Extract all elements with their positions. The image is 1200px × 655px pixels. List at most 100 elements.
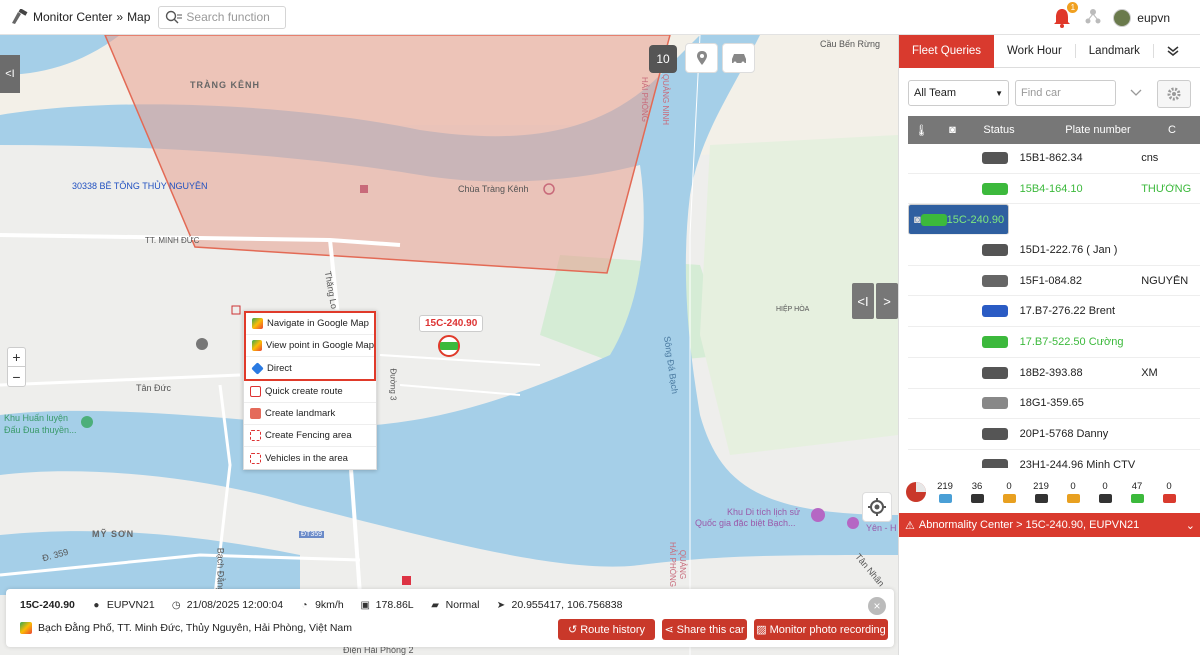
stat-item[interactable]: 219	[929, 481, 961, 503]
tabs-more-icon[interactable]	[1154, 35, 1192, 68]
navigation-arrow-icon: ➤	[496, 599, 506, 611]
col-status[interactable]: Status	[970, 124, 1028, 136]
map-label-yen: Yên - H	[866, 523, 897, 533]
route-history-button[interactable]: ↺ Route history	[558, 619, 655, 640]
map-counter-badge[interactable]: 10	[649, 45, 677, 73]
stat-item[interactable]: 219	[1025, 481, 1057, 503]
zoom-out-button[interactable]: −	[8, 367, 25, 386]
table-row[interactable]: 18B2-393.88 XM	[908, 358, 1200, 389]
network-icon[interactable]	[1085, 8, 1101, 27]
settings-button[interactable]	[1157, 80, 1191, 108]
info-fuel: ▣ 178.86L	[360, 599, 413, 611]
menu-navigate-google-map[interactable]: Navigate in Google Map	[246, 313, 374, 335]
stat-item[interactable]: 0	[1089, 481, 1121, 503]
tab-work-hour[interactable]: Work Hour	[994, 44, 1076, 58]
info-driver-value: EUPVN21	[106, 599, 155, 611]
table-row[interactable]: 15B4-164.10 THƯỜNG	[908, 174, 1200, 205]
locate-me-button[interactable]	[862, 492, 892, 522]
plate-cell[interactable]: 15C-240.90	[947, 214, 1005, 226]
stat-item[interactable]: 36	[961, 481, 993, 503]
notification-bell-icon[interactable]: 1	[1051, 1, 1079, 29]
stat-item[interactable]: 0	[1057, 481, 1089, 503]
plate-cell[interactable]: 17.B7-276.22 Brent	[1020, 305, 1142, 317]
route-icon	[250, 386, 261, 397]
tab-fleet-queries[interactable]: Fleet Queries	[899, 34, 995, 68]
user-avatar[interactable]	[1113, 8, 1132, 27]
close-info-button[interactable]: ×	[868, 597, 886, 615]
stat-count: 0	[1166, 481, 1172, 492]
menu-vehicles-in-area[interactable]: Vehicles in the area	[244, 447, 376, 469]
plate-cell[interactable]: 20P1-5768 Danny	[1020, 428, 1142, 440]
menu-create-fencing-area[interactable]: Create Fencing area	[244, 425, 376, 447]
stat-count: 219	[937, 481, 953, 492]
search-function-input[interactable]: Search function	[158, 5, 287, 29]
plate-cell[interactable]: 18B2-393.88	[1020, 367, 1142, 379]
menu-create-landmark[interactable]: Create landmark	[244, 403, 376, 425]
share-icon: ⋖	[664, 624, 674, 636]
fuel-icon: ▣	[360, 599, 370, 611]
table-row[interactable]: 23H1-244.96 Minh CTV	[908, 450, 1200, 468]
tab-landmark[interactable]: Landmark	[1076, 44, 1154, 58]
zoom-in-button[interactable]: +	[8, 348, 25, 367]
map-label-quang-ninh: QUẢNG NINH	[661, 73, 671, 126]
camera-icon[interactable]: ◙	[914, 214, 921, 226]
pie-chart-icon[interactable]	[903, 481, 929, 503]
collapse-panel-button[interactable]: <I	[852, 283, 874, 319]
plate-cell[interactable]: 15B1-862.34	[1020, 152, 1142, 164]
stat-count: 0	[1102, 481, 1108, 492]
status-cell	[920, 213, 947, 226]
find-car-input[interactable]: Find car	[1015, 80, 1116, 106]
abnormality-center-bar[interactable]: ⚠ Abnormality Center > 15C-240.90, EUPVN…	[899, 513, 1200, 537]
stat-item[interactable]: 0	[993, 481, 1025, 503]
search-placeholder: Search function	[186, 10, 270, 24]
chevron-down-icon[interactable]	[1130, 86, 1142, 100]
table-row[interactable]: 20P1-5768 Danny	[908, 419, 1200, 450]
vehicle-plate-tag[interactable]: 15C-240.90	[419, 315, 484, 332]
map-area[interactable]: TRÀNG KÊNH 30338 BÊ TÔNG THỦY NGUYÊN Chù…	[0, 35, 898, 655]
truck-icon	[981, 397, 1008, 410]
username[interactable]: eupvn	[1137, 11, 1170, 25]
plate-cell[interactable]: 17.B7-522.50 Cường	[1020, 336, 1142, 348]
clock-icon: ◷	[171, 599, 181, 611]
table-row[interactable]: 18G1-359.65	[908, 389, 1200, 420]
team-select[interactable]: All Team ▼	[908, 80, 1009, 106]
col-extra[interactable]: C	[1168, 124, 1176, 136]
status-car-icon	[1130, 494, 1144, 503]
map-label-khu-di-tich: Khu Di tích lịch sử	[727, 507, 801, 517]
menu-view-point-label: View point in Google Map	[265, 340, 374, 351]
camera-header-icon[interactable]: ◙	[935, 124, 970, 136]
plate-cell[interactable]: 15F1-084.82	[1020, 275, 1142, 287]
plate-cell[interactable]: 18G1-359.65	[1020, 397, 1142, 409]
table-row[interactable]: ◙15C-240.9051	[908, 204, 1009, 236]
stat-item[interactable]: 0	[1153, 481, 1185, 503]
menu-quick-create-route[interactable]: Quick create route	[244, 381, 376, 403]
table-row[interactable]: 17.B7-276.22 Brent	[908, 296, 1200, 328]
thermometer-icon[interactable]: 🌡	[908, 124, 935, 137]
top-bar: Monitor Center » Map Search function 1 eup…	[0, 0, 1200, 35]
landmark-toggle-button[interactable]	[685, 43, 718, 73]
table-row[interactable]: 15B1-862.34 cns	[908, 143, 1200, 174]
table-row[interactable]: 15D1-222.76 ( Jan )	[908, 235, 1200, 266]
status-cell	[970, 366, 1020, 379]
col-plate[interactable]: Plate number	[1028, 124, 1168, 136]
breadcrumb-root[interactable]: Monitor Center	[33, 10, 112, 24]
photo-recording-button[interactable]: ▨ Monitor photo recording	[754, 619, 888, 640]
table-row[interactable]: 17.B7-522.50 Cường	[908, 327, 1200, 358]
share-car-button[interactable]: ⋖ Share this car	[662, 619, 747, 640]
status-cell	[970, 151, 1020, 164]
truck-icon	[981, 182, 1008, 195]
google-maps-icon	[252, 318, 263, 329]
status-car-icon	[1162, 494, 1176, 503]
stat-item[interactable]: 47	[1121, 481, 1153, 503]
table-row[interactable]: 15F1-084.82 NGUYỄN	[908, 266, 1200, 297]
chevron-down-icon[interactable]: ⌄	[1186, 519, 1195, 532]
plate-cell[interactable]: 15B4-164.10	[1020, 183, 1142, 195]
plate-cell[interactable]: 23H1-244.96 Minh CTV	[1020, 459, 1142, 468]
collapse-left-button[interactable]: <I	[0, 55, 20, 93]
menu-view-point-google-map[interactable]: View point in Google Map	[246, 335, 374, 357]
vehicle-toggle-button[interactable]	[722, 43, 755, 73]
plate-cell[interactable]: 15D1-222.76 ( Jan )	[1020, 244, 1142, 256]
google-maps-icon[interactable]	[20, 622, 32, 634]
menu-direct[interactable]: Direct	[246, 357, 374, 379]
expand-panel-button[interactable]: >	[876, 283, 898, 319]
